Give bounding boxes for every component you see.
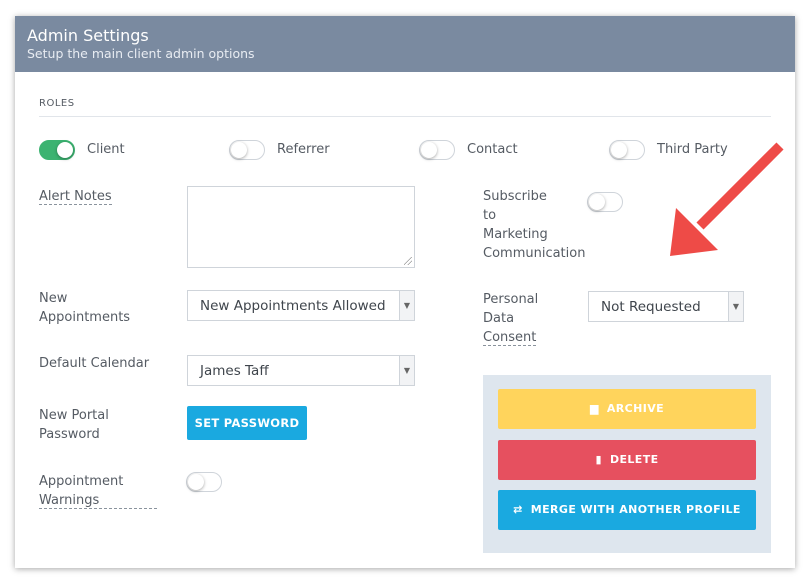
annotation-arrow-icon xyxy=(670,142,784,256)
trash-icon: ▮ xyxy=(595,453,602,466)
new-appointments-label-line2: Appointments xyxy=(39,310,131,325)
new-appointments-label-line1: New xyxy=(39,291,68,306)
subscribe-marketing-label: Subscribe to Marketing Communication xyxy=(483,187,585,263)
default-calendar-label: Default Calendar xyxy=(39,356,150,371)
new-appointments-label: New Appointments xyxy=(39,289,130,327)
toggle-knob xyxy=(611,142,627,158)
subscribe-label-line4: Communication xyxy=(483,246,586,261)
role-third-party-toggle[interactable] xyxy=(609,140,645,160)
section-divider xyxy=(39,116,771,117)
subscribe-label-line2: to xyxy=(483,208,497,223)
admin-settings-panel: Admin Settings Setup the main client adm… xyxy=(15,16,795,568)
delete-button[interactable]: ▮ DELETE xyxy=(498,440,756,480)
portal-password-label: New Portal Password xyxy=(39,406,109,444)
set-password-button[interactable]: SET PASSWORD xyxy=(187,406,307,440)
data-consent-label: Personal Data Consent xyxy=(483,290,538,347)
archive-button[interactable]: ▆ ARCHIVE xyxy=(498,389,756,429)
portal-password-label-line2: Password xyxy=(39,427,100,442)
role-referrer-label: Referrer xyxy=(277,142,330,157)
default-calendar-select[interactable]: James Taff ▼ xyxy=(187,355,415,386)
default-calendar-selected: James Taff xyxy=(200,363,269,379)
toggle-knob xyxy=(421,142,437,158)
page-subtitle: Setup the main client admin options xyxy=(27,46,255,61)
roles-section-label: ROLES xyxy=(39,98,75,109)
chevron-down-icon: ▼ xyxy=(728,292,743,321)
toggle-knob xyxy=(188,474,204,490)
chevron-down-icon: ▼ xyxy=(399,291,414,320)
toggle-knob xyxy=(57,142,73,158)
toggle-knob xyxy=(589,194,605,210)
data-consent-label-line3: Consent xyxy=(483,330,537,346)
role-referrer-toggle[interactable] xyxy=(229,140,265,160)
appointment-warnings-label: Appointment Warnings xyxy=(39,472,158,510)
profile-actions-panel: ▆ ARCHIVE ▮ DELETE ⇄ MERGE WITH ANOTHER PRO… xyxy=(483,375,771,553)
role-client-toggle[interactable] xyxy=(39,140,75,160)
new-appointments-select[interactable]: New Appointments Allowed ▼ xyxy=(187,290,415,321)
role-contact-label: Contact xyxy=(467,142,518,157)
merge-button-label: MERGE WITH ANOTHER PROFILE xyxy=(530,503,741,516)
merge-profile-button[interactable]: ⇄ MERGE WITH ANOTHER PROFILE xyxy=(498,490,756,530)
chevron-down-icon: ▼ xyxy=(399,356,414,385)
data-consent-label-line1: Personal xyxy=(483,292,539,307)
exchange-arrows-icon: ⇄ xyxy=(513,503,523,516)
subscribe-label-line3: Marketing xyxy=(483,227,548,242)
appointment-warnings-toggle[interactable] xyxy=(186,472,222,492)
role-client-label: Client xyxy=(87,142,125,157)
data-consent-select[interactable]: Not Requested ▼ xyxy=(588,291,744,322)
toggle-knob xyxy=(231,142,247,158)
data-consent-label-line2: Data xyxy=(483,311,515,326)
resize-grip-icon[interactable] xyxy=(404,257,412,265)
archive-icon: ▆ xyxy=(589,402,599,415)
role-contact-toggle[interactable] xyxy=(419,140,455,160)
delete-button-label: DELETE xyxy=(609,453,659,466)
subscribe-label-line1: Subscribe xyxy=(483,189,547,204)
portal-password-label-line1: New Portal xyxy=(39,408,109,423)
archive-button-label: ARCHIVE xyxy=(606,402,665,415)
appointment-warnings-label-line2: Warnings xyxy=(39,493,158,509)
data-consent-selected: Not Requested xyxy=(601,299,701,315)
alert-notes-label: Alert Notes xyxy=(39,189,112,205)
appointment-warnings-label-line1: Appointment xyxy=(39,474,124,489)
panel-header: Admin Settings Setup the main client adm… xyxy=(15,16,795,72)
new-appointments-selected: New Appointments Allowed xyxy=(200,298,386,314)
page-title: Admin Settings xyxy=(27,26,149,45)
subscribe-marketing-toggle[interactable] xyxy=(587,192,623,212)
alert-notes-textarea[interactable] xyxy=(187,186,415,268)
